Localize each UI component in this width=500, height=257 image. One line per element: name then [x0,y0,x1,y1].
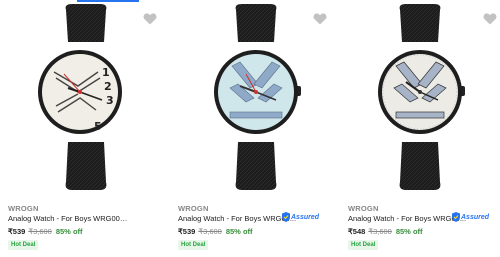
shield-icon [282,212,290,222]
product-image[interactable] [176,2,336,192]
watch-strap-top [235,4,277,42]
watch-strap-top [65,4,107,42]
hot-deal-badge: Hot Deal [8,240,39,250]
selling-price: ₹548 [348,227,366,236]
price-row: ₹548 ₹3,600 85% off [348,227,423,236]
dial-number: 3 [106,94,114,107]
product-brand: WROGN [178,204,209,213]
heart-icon[interactable] [482,12,498,26]
shield-icon [452,212,460,222]
product-image[interactable] [346,2,500,192]
selling-price: ₹539 [8,227,26,236]
dial-number: 5 [94,120,102,133]
heart-icon[interactable] [312,12,328,26]
assured-badge: Assured [282,211,319,223]
assured-label: Assured [461,213,490,221]
selling-price: ₹539 [178,227,196,236]
original-price: ₹3,600 [28,227,52,236]
watch-strap-bottom [235,142,277,190]
hot-deal-badge: Hot Deal [348,240,379,250]
product-image[interactable]: 1 2 3 5 [6,2,166,192]
heart-icon[interactable] [142,12,158,26]
discount-label: 85% off [225,227,253,236]
original-price: ₹3,600 [198,227,222,236]
original-price: ₹3,600 [368,227,392,236]
dial-number: 2 [104,80,112,93]
assured-badge: Assured [452,211,489,223]
watch-strap-bottom [65,142,107,190]
dial-number: 1 [102,66,110,79]
price-row: ₹539 ₹3,600 85% off [178,227,253,236]
price-row: ₹539 ₹3,600 85% off [8,227,83,236]
product-grid: 1 2 3 5 WROGN Analog Watch - For Boys WR… [0,0,500,257]
product-card[interactable]: WROGN Analog Watch - For Boys WRG00... A… [176,0,336,257]
product-brand: WROGN [348,204,379,213]
product-card[interactable]: 1 2 3 5 WROGN Analog Watch - For Boys WR… [6,0,166,257]
hot-deal-badge: Hot Deal [178,240,209,250]
product-card[interactable]: WROGN Analog Watch - For Boys WRG00... A… [346,0,500,257]
watch-strap-top [399,4,441,42]
watch-strap-bottom [399,142,441,190]
assured-label: Assured [291,213,320,221]
product-title[interactable]: Analog Watch - For Boys WRG00114B [8,214,130,223]
product-brand: WROGN [8,204,39,213]
discount-label: 85% off [55,227,83,236]
discount-label: 85% off [395,227,423,236]
